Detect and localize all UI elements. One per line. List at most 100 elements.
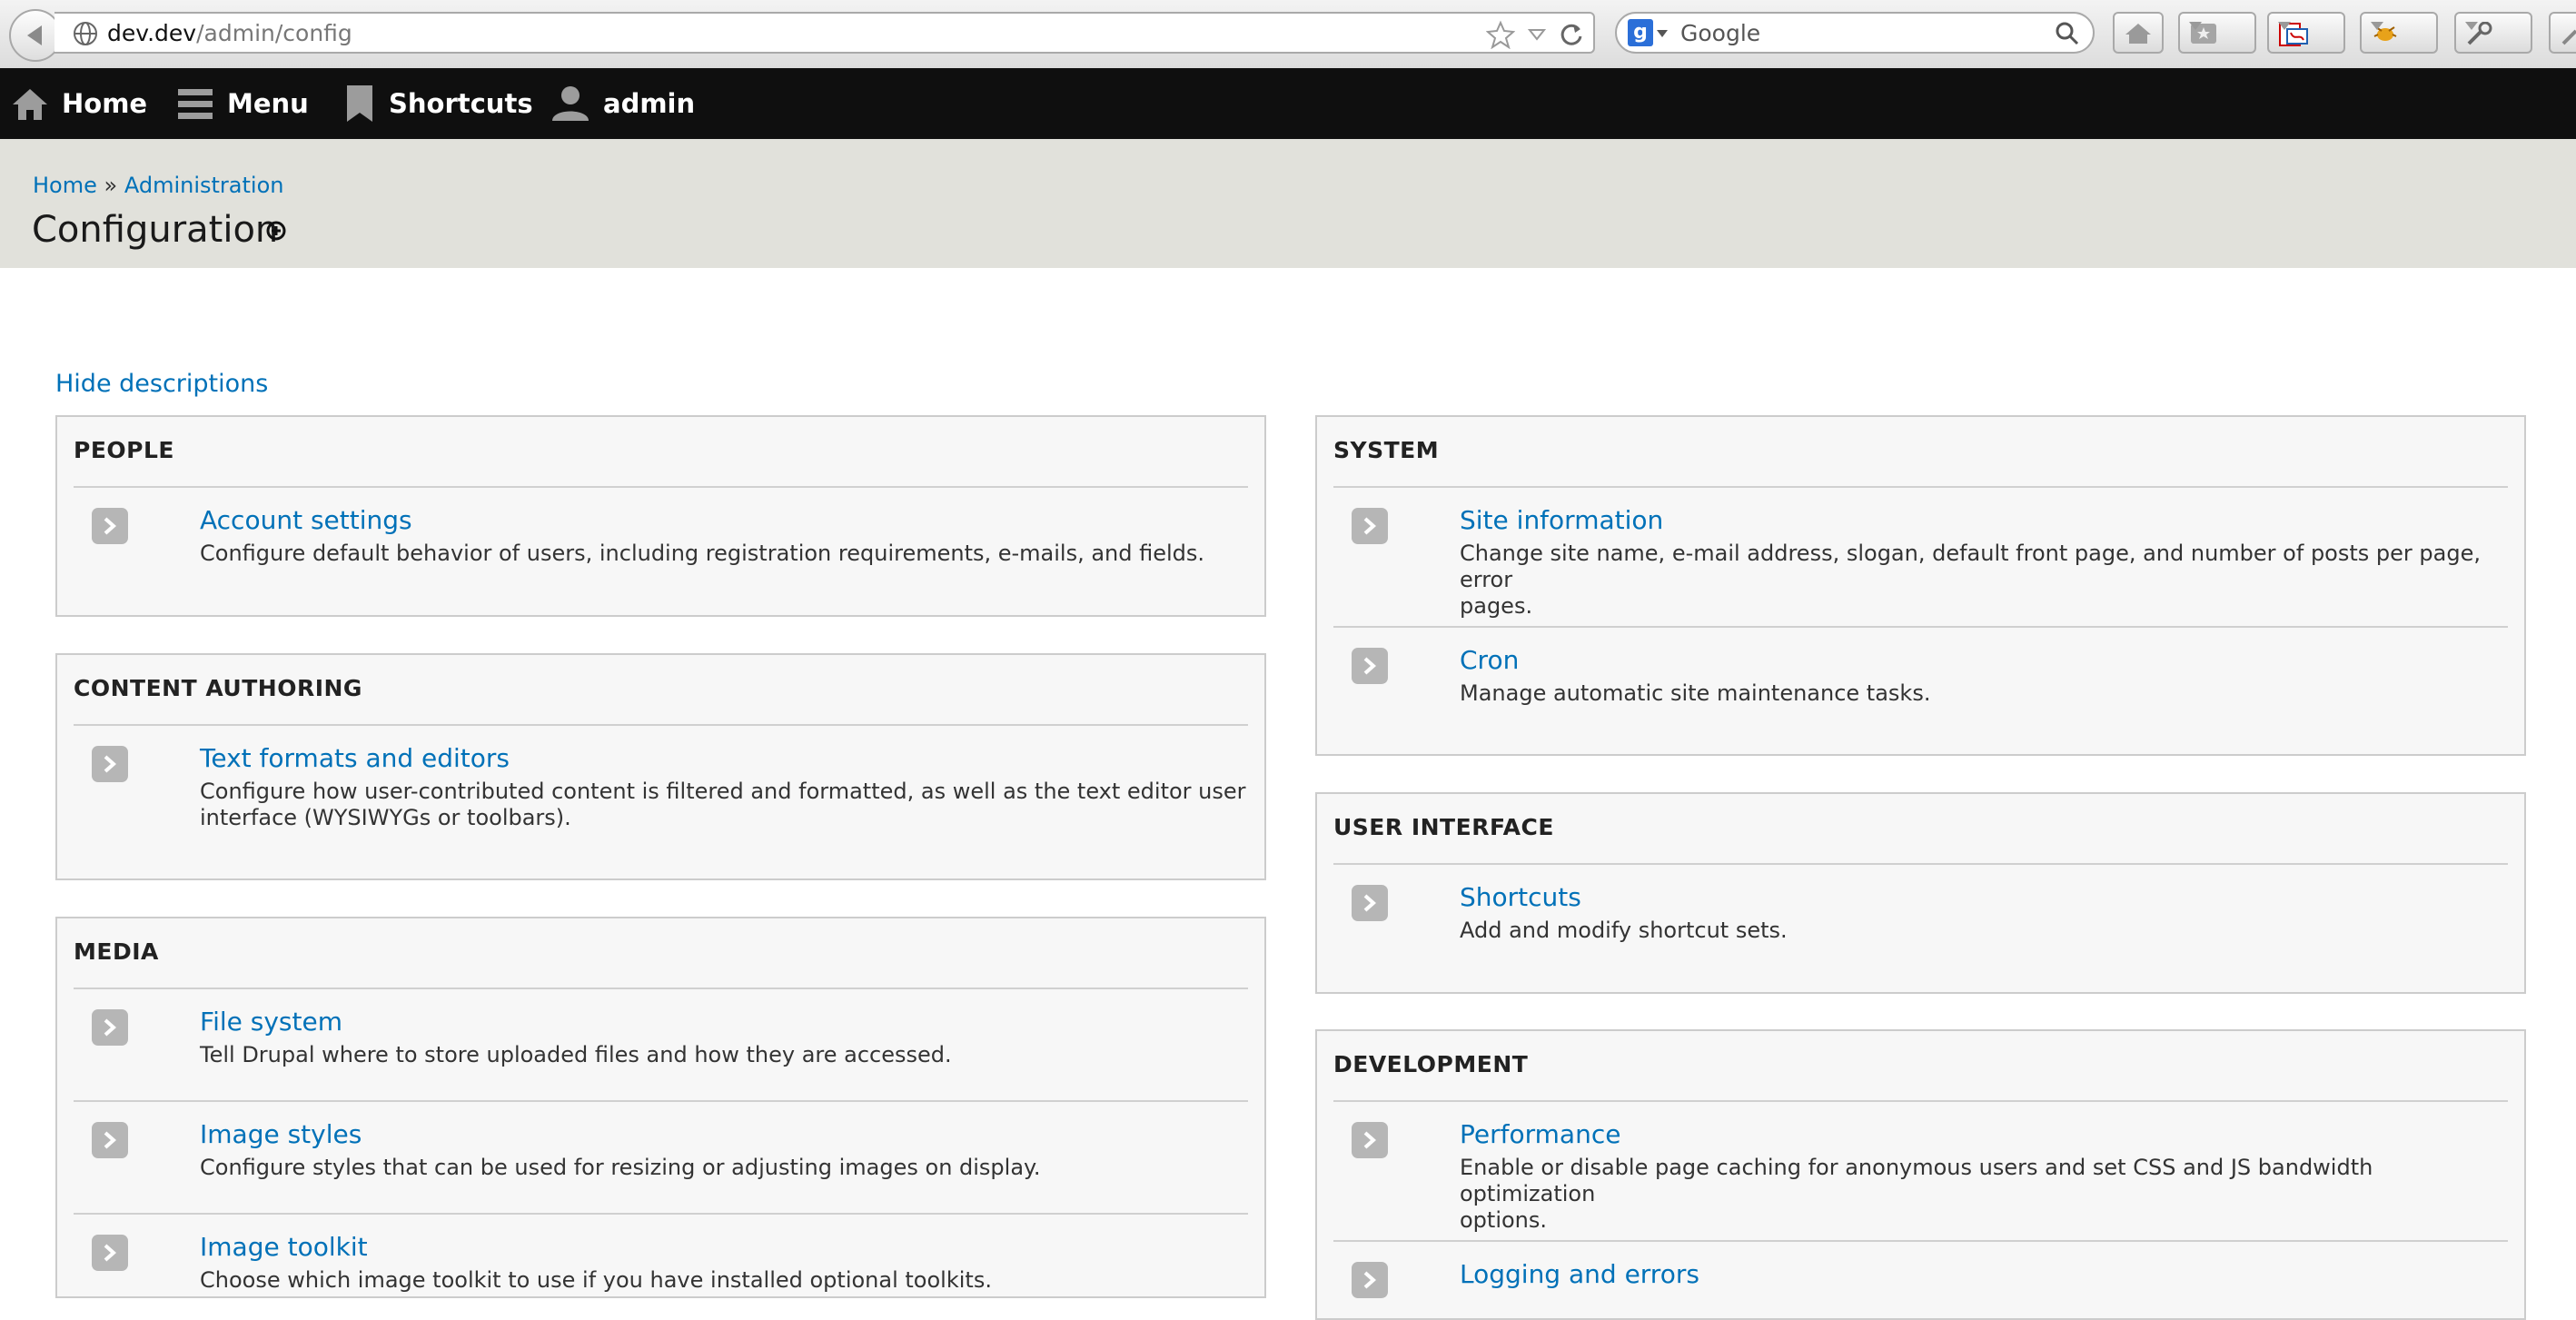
- panel-media: MEDIA File system Tell Drupal where to s…: [55, 917, 1266, 1298]
- panel-content-authoring: CONTENT AUTHORING Text formats and edito…: [55, 653, 1266, 880]
- toolbar-user-label: admin: [603, 88, 696, 119]
- chevron-right-icon: [1352, 885, 1388, 921]
- tools-icon: [2561, 29, 2576, 45]
- account-settings-link[interactable]: Account settings: [200, 505, 412, 535]
- divider: [74, 988, 1248, 989]
- divider: [1333, 863, 2508, 865]
- cron-link[interactable]: Cron: [1460, 645, 1519, 675]
- entry-description: Enable or disable page caching for anony…: [1460, 1155, 2508, 1234]
- panel-title: CONTENT AUTHORING: [74, 675, 362, 701]
- entry-description: Manage automatic site maintenance tasks.: [1460, 680, 1931, 706]
- toolbar-home-label: Home: [62, 88, 148, 119]
- search-bar[interactable]: g Google: [1615, 12, 2095, 54]
- hide-descriptions-link[interactable]: Hide descriptions: [55, 370, 268, 398]
- chevron-down-icon[interactable]: [1657, 30, 1668, 37]
- chevron-right-icon: [1352, 1122, 1388, 1158]
- chevron-right-icon: [1352, 508, 1388, 544]
- divider: [74, 486, 1248, 488]
- description-line: Configure how user-contributed content i…: [200, 779, 1246, 804]
- chevron-down-icon: [2371, 22, 2383, 30]
- menu-icon: [178, 89, 213, 119]
- chevron-down-icon: [2465, 22, 2478, 30]
- reload-icon[interactable]: [1559, 22, 1584, 47]
- divider: [74, 1213, 1248, 1215]
- panel-user-interface: USER INTERFACE Shortcuts Add and modify …: [1315, 792, 2526, 994]
- bookmark-star-icon[interactable]: [1486, 20, 1515, 49]
- user-icon: [552, 86, 589, 121]
- panel-title: PEOPLE: [74, 437, 174, 463]
- description-line: interface (WYSIWYGs or toolbars).: [200, 805, 571, 830]
- toolbar-menu[interactable]: Menu: [176, 68, 309, 139]
- toolbar-shortcuts-label: Shortcuts: [389, 88, 533, 119]
- panel-people: PEOPLE Account settings Configure defaul…: [55, 415, 1266, 617]
- admin-toolbar: Home Menu Shortcuts admin: [0, 68, 2576, 139]
- bookmark-icon: [347, 85, 372, 122]
- breadcrumb-home[interactable]: Home: [33, 173, 97, 198]
- entry-description: Tell Drupal where to store uploaded file…: [200, 1042, 952, 1067]
- description-line: Enable or disable page caching for anony…: [1460, 1155, 2373, 1206]
- panel-system: SYSTEM Site information Change site name…: [1315, 415, 2526, 756]
- shortcuts-link[interactable]: Shortcuts: [1460, 882, 1581, 912]
- page-title: Configuration: [32, 209, 279, 251]
- chevron-right-icon: [92, 1235, 128, 1271]
- chevron-right-icon: [92, 746, 128, 782]
- panel-development: DEVELOPMENT Performance Enable or disabl…: [1315, 1029, 2526, 1320]
- home-icon: [2125, 24, 2151, 44]
- site-information-link[interactable]: Site information: [1460, 505, 1663, 535]
- entry-description: Choose which image toolkit to use if you…: [200, 1267, 992, 1293]
- divider: [1333, 1100, 2508, 1102]
- url-path: /admin/config: [196, 20, 352, 46]
- page-header: Home » Administration Configuration: [0, 139, 2576, 268]
- panel-title: SYSTEM: [1333, 437, 1440, 463]
- entry-description: Change site name, e-mail address, slogan…: [1460, 541, 2508, 620]
- panel-title: MEDIA: [74, 938, 159, 965]
- add-shortcut-icon[interactable]: [266, 221, 286, 241]
- toolbar-home[interactable]: Home: [11, 68, 147, 139]
- home-toolbar-button[interactable]: [2113, 12, 2164, 54]
- entry-description: Add and modify shortcut sets.: [1460, 918, 1788, 943]
- divider: [74, 724, 1248, 726]
- description-line: options.: [1460, 1207, 1548, 1233]
- divider: [1333, 486, 2508, 488]
- globe-icon: [74, 22, 97, 45]
- firebug-toolbar-button[interactable]: [2360, 12, 2438, 54]
- panel-title: DEVELOPMENT: [1333, 1051, 1529, 1077]
- file-system-link[interactable]: File system: [200, 1007, 342, 1037]
- performance-link[interactable]: Performance: [1460, 1119, 1620, 1149]
- divider: [1333, 1240, 2508, 1242]
- toolbar-user[interactable]: admin: [550, 68, 695, 139]
- chevron-right-icon: [92, 508, 128, 544]
- url-bar[interactable]: dev.dev/admin/config: [54, 12, 1595, 54]
- pdf-toolbar-button[interactable]: [2267, 12, 2345, 54]
- chevron-down-icon: [2189, 22, 2202, 30]
- dropdown-arrow-icon[interactable]: [1528, 28, 1546, 41]
- browser-chrome: dev.dev/admin/config g Google: [0, 0, 2576, 69]
- divider: [1333, 626, 2508, 628]
- chevron-right-icon: [92, 1122, 128, 1158]
- breadcrumb-administration[interactable]: Administration: [124, 173, 284, 198]
- bookmarks-toolbar-button[interactable]: [2178, 12, 2256, 54]
- chevron-right-icon: [1352, 648, 1388, 684]
- tools-toolbar-button[interactable]: [2549, 12, 2576, 54]
- description-line: Change site name, e-mail address, slogan…: [1460, 541, 2481, 592]
- chevron-right-icon: [1352, 1262, 1388, 1298]
- google-logo-icon[interactable]: g: [1628, 19, 1653, 46]
- image-styles-link[interactable]: Image styles: [200, 1119, 362, 1149]
- entry-description: Configure how user-contributed content i…: [200, 779, 1246, 831]
- toolbar-menu-label: Menu: [227, 88, 309, 119]
- breadcrumb: Home » Administration: [33, 173, 283, 198]
- image-toolkit-link[interactable]: Image toolkit: [200, 1232, 368, 1262]
- toolbar-shortcuts[interactable]: Shortcuts: [343, 68, 533, 139]
- entry-description: Configure default behavior of users, inc…: [200, 541, 1205, 566]
- text-formats-link[interactable]: Text formats and editors: [200, 743, 510, 773]
- back-arrow-icon: [27, 25, 42, 45]
- divider: [74, 1100, 1248, 1102]
- url-host: dev.dev: [107, 20, 197, 46]
- description-line: pages.: [1460, 593, 1533, 619]
- logging-errors-link[interactable]: Logging and errors: [1460, 1259, 1699, 1289]
- panel-title: USER INTERFACE: [1333, 814, 1554, 840]
- url-text[interactable]: dev.dev/admin/config: [107, 20, 352, 46]
- entry-description: Configure styles that can be used for re…: [200, 1155, 1041, 1180]
- search-icon[interactable]: [2055, 21, 2080, 46]
- devtools-toolbar-button[interactable]: [2454, 12, 2532, 54]
